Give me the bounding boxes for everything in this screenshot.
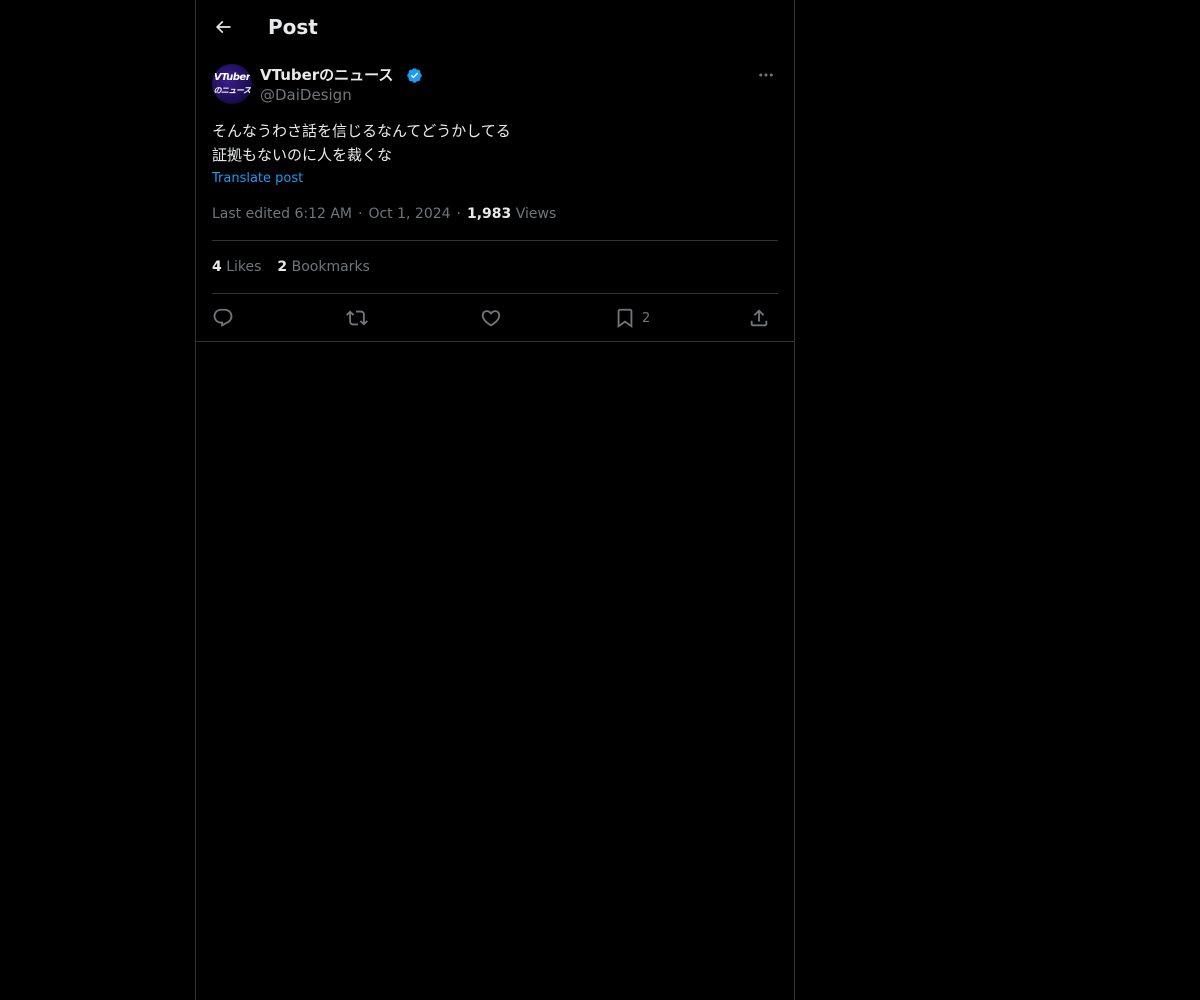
verified-badge-icon [407, 68, 422, 83]
bookmarks-stat[interactable]: 2 Bookmarks [277, 259, 369, 275]
post-text: そんなうわさ話を信じるなんてどうかしてる 証拠もないのに人を裁くな [212, 119, 778, 167]
likes-stat[interactable]: 4 Likes [212, 259, 261, 275]
post-actions: 2 [212, 303, 778, 333]
post-author: VTuber のニュース VTuberのニュース @DaiDesign [212, 64, 778, 108]
separator-dot: · [358, 206, 363, 222]
avatar-logo-text-2: のニュース [213, 86, 251, 95]
views-count: 1,983 [467, 206, 512, 222]
avatar[interactable]: VTuber のニュース [212, 64, 252, 104]
separator-dot: · [456, 206, 461, 222]
avatar-logo-text-1: VTuber [213, 72, 251, 83]
bookmarks-label: Bookmarks [291, 259, 370, 275]
share-button[interactable] [748, 305, 770, 331]
views-label: Views [515, 206, 557, 222]
bookmark-icon [617, 308, 633, 329]
post-stats: 4 Likes 2 Bookmarks [212, 257, 370, 277]
bookmark-button[interactable]: 2 [614, 305, 650, 331]
divider [212, 240, 778, 241]
post-detail-column: Post VTuber のニュース VTuberのニュース @DaiDesign… [195, 0, 795, 1000]
translate-post-link[interactable]: Translate post [212, 170, 303, 188]
repost-icon [346, 310, 368, 326]
more-options-button[interactable] [754, 64, 778, 86]
author-display-name[interactable]: VTuberのニュース [260, 65, 393, 85]
reply-button[interactable] [212, 305, 234, 331]
like-button[interactable] [480, 305, 502, 331]
post-date[interactable]: Oct 1, 2024 [368, 206, 450, 222]
page-header: Post [196, 0, 794, 54]
post-text-line: 証拠もないのに人を裁くな [212, 146, 393, 164]
page-title: Post [268, 15, 318, 39]
repost-button[interactable] [346, 305, 368, 331]
post-meta: Last edited 6:12 AM · Oct 1, 2024 · 1,983 Vi… [212, 204, 556, 224]
bookmarks-count: 2 [277, 259, 288, 275]
back-button[interactable] [207, 11, 239, 43]
more-horizontal-icon [759, 73, 773, 77]
post-text-line: そんなうわさ話を信じるなんてどうかしてる [212, 122, 511, 140]
bookmark-count: 2 [642, 310, 651, 326]
arrow-left-icon [215, 20, 231, 34]
edited-timestamp[interactable]: Last edited 6:12 AM [212, 206, 352, 222]
author-handle[interactable]: @DaiDesign [260, 85, 352, 105]
divider [196, 341, 794, 342]
heart-icon [481, 310, 501, 327]
share-icon [750, 309, 768, 327]
reply-icon [213, 308, 233, 327]
likes-label: Likes [226, 259, 262, 275]
divider [212, 293, 778, 294]
likes-count: 4 [212, 259, 222, 275]
